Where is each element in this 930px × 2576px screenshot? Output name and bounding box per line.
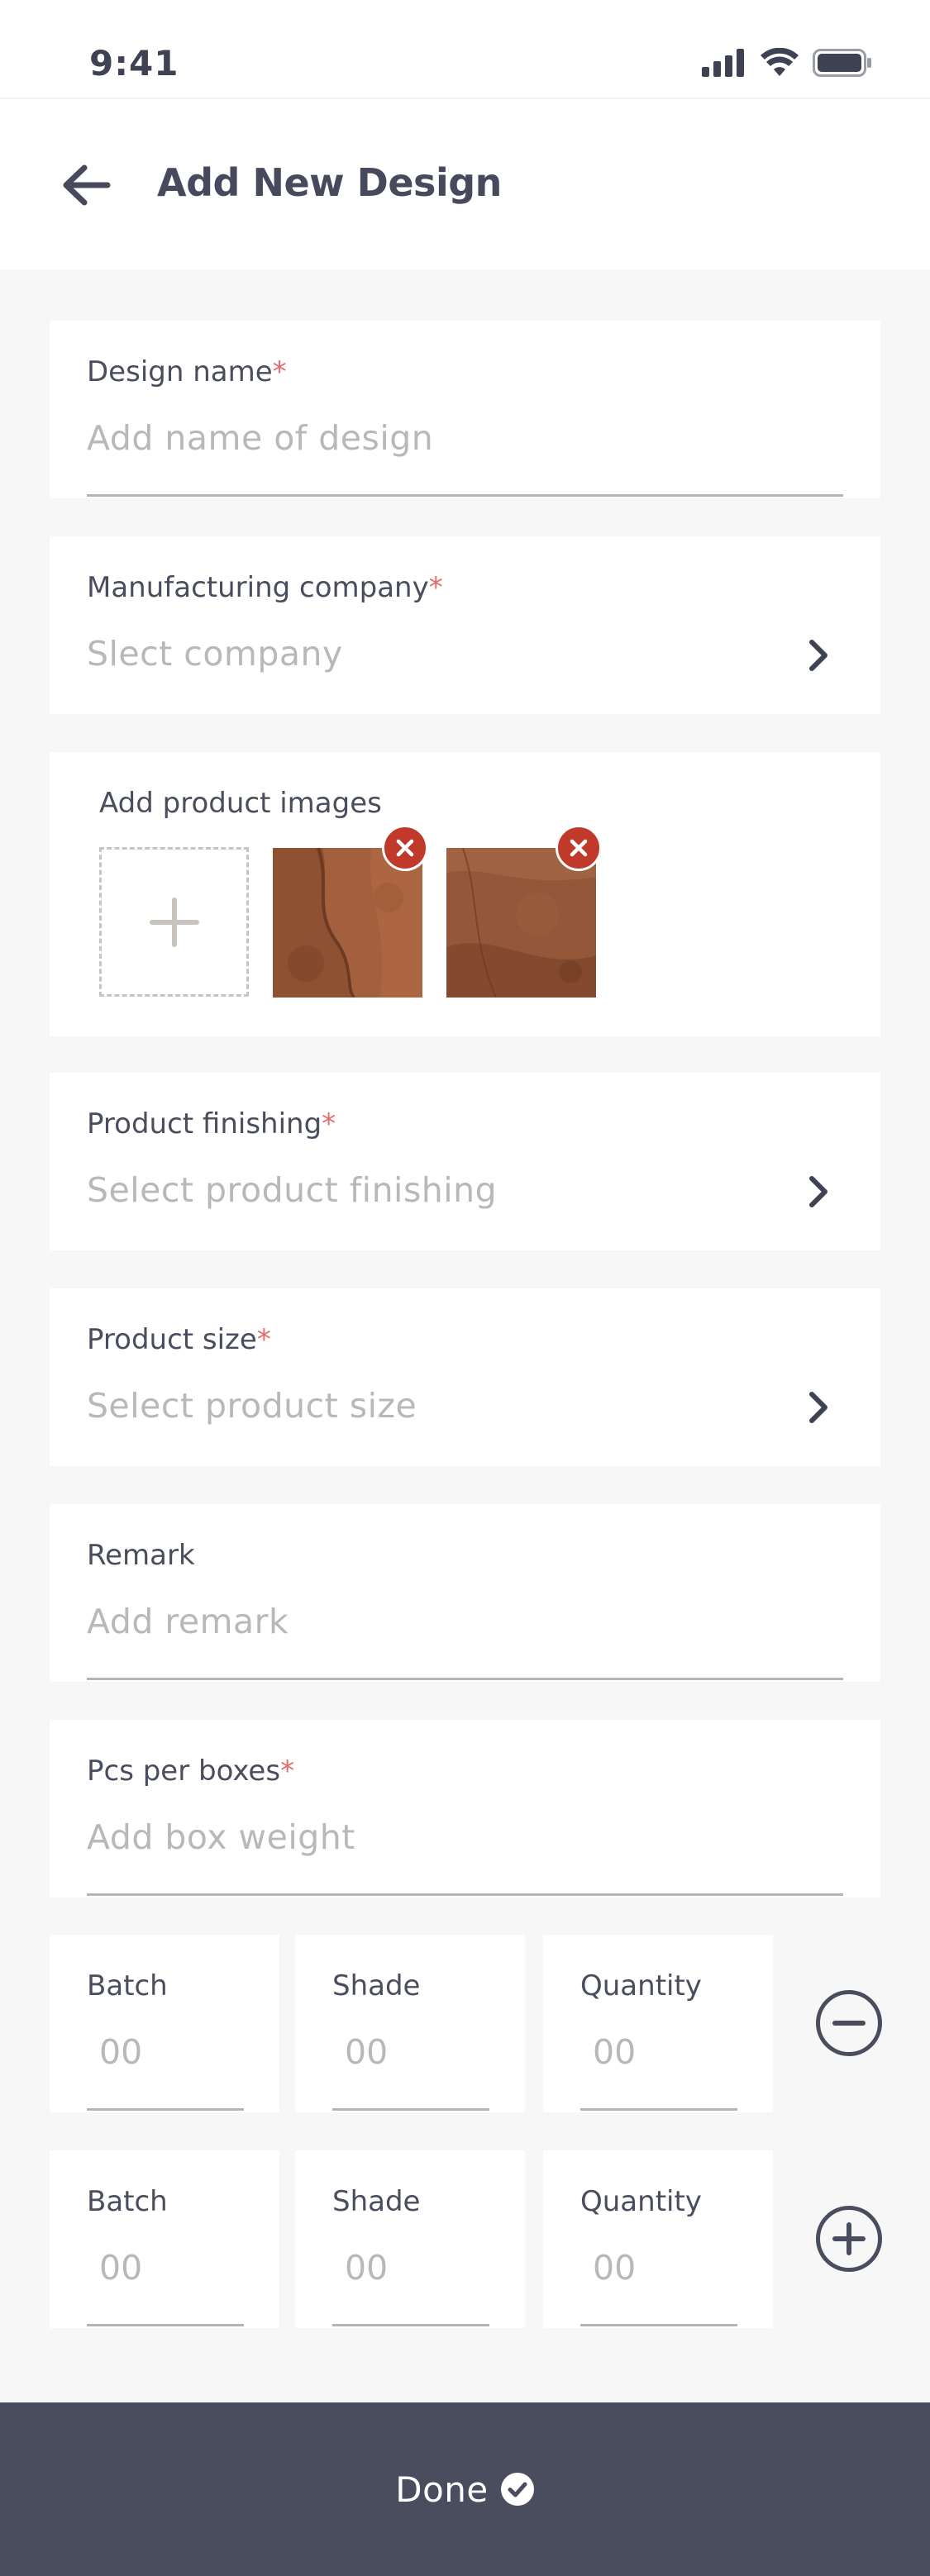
remove-row-button[interactable] (816, 1990, 882, 2056)
app-header: Add New Design (0, 98, 930, 269)
product-size-select[interactable]: Product size* Select product size (50, 1288, 880, 1466)
status-time: 9:41 (89, 43, 179, 83)
pcs-per-boxes-label: Pcs per boxes* (87, 1755, 295, 1788)
quantity-input[interactable]: 00 (593, 2032, 636, 2072)
chevron-right-icon (802, 1388, 835, 1427)
remove-image-button[interactable] (382, 825, 428, 871)
design-name-input[interactable]: Add name of design (87, 418, 433, 458)
product-images-label: Add product images (99, 787, 382, 820)
pcs-per-boxes-field[interactable]: Pcs per boxes* Add box weight (50, 1720, 880, 1897)
status-bar: 9:41 (0, 0, 930, 98)
batch-label: Batch (87, 1969, 168, 2002)
product-size-value: Select product size (87, 1386, 417, 1426)
shade-label: Shade (332, 1969, 421, 2002)
cellular-signal-icon (702, 49, 744, 77)
batch-field[interactable]: Batch 00 (50, 1935, 279, 2112)
shade-underline (332, 2324, 489, 2326)
design-name-underline (87, 494, 843, 497)
check-circle-icon (500, 2473, 534, 2506)
done-label: Done (395, 2469, 489, 2510)
quantity-underline (580, 2108, 737, 2111)
design-name-label: Design name* (87, 355, 287, 388)
page-title: Add New Design (157, 160, 502, 205)
close-icon (570, 839, 588, 857)
batch-underline (87, 2324, 244, 2326)
arrow-left-icon (63, 164, 111, 206)
done-button[interactable]: Done (0, 2402, 930, 2576)
shade-input[interactable]: 00 (345, 2032, 388, 2072)
shade-label: Shade (332, 2185, 421, 2218)
batch-input[interactable]: 00 (99, 2032, 142, 2072)
required-mark: * (322, 1107, 336, 1140)
remark-label: Remark (87, 1539, 195, 1572)
plus-icon (832, 2222, 866, 2255)
shade-field[interactable]: Shade 00 (295, 2150, 525, 2328)
manufacturing-company-label: Manufacturing company* (87, 571, 443, 604)
batch-label: Batch (87, 2185, 168, 2218)
remark-underline (87, 1678, 843, 1680)
quantity-underline (580, 2324, 737, 2326)
remark-field[interactable]: Remark Add remark (50, 1504, 880, 1682)
quantity-label: Quantity (580, 1969, 702, 2002)
batch-input[interactable]: 00 (99, 2248, 142, 2288)
manufacturing-company-select[interactable]: Manufacturing company* Slect company (50, 536, 880, 714)
quantity-input[interactable]: 00 (593, 2248, 636, 2288)
shade-field[interactable]: Shade 00 (295, 1935, 525, 2112)
shade-underline (332, 2108, 489, 2111)
minus-icon (832, 2021, 866, 2026)
battery-icon (813, 49, 871, 77)
product-finishing-select[interactable]: Product finishing* Select product finish… (50, 1073, 880, 1250)
product-finishing-value: Select product finishing (87, 1170, 498, 1210)
back-button[interactable] (60, 159, 112, 212)
chevron-right-icon (802, 636, 835, 675)
status-icons (702, 48, 872, 78)
required-mark: * (272, 355, 287, 388)
remark-input[interactable]: Add remark (87, 1602, 289, 1641)
quantity-label: Quantity (580, 2185, 702, 2218)
product-finishing-label: Product finishing* (87, 1107, 336, 1140)
chevron-right-icon (802, 1172, 835, 1212)
quantity-field[interactable]: Quantity 00 (543, 1935, 773, 2112)
add-image-button[interactable] (99, 847, 249, 997)
required-mark: * (256, 1323, 271, 1356)
quantity-field[interactable]: Quantity 00 (543, 2150, 773, 2328)
close-icon (396, 839, 414, 857)
pcs-per-boxes-underline (87, 1893, 843, 1896)
manufacturing-company-value: Slect company (87, 634, 343, 674)
plus-icon (149, 897, 199, 947)
add-row-button[interactable] (816, 2206, 882, 2272)
shade-input[interactable]: 00 (345, 2248, 388, 2288)
wifi-icon (761, 48, 799, 76)
pcs-per-boxes-input[interactable]: Add box weight (87, 1817, 355, 1857)
product-images-section: Add product images (50, 752, 880, 1036)
required-mark: * (428, 571, 443, 604)
product-size-label: Product size* (87, 1323, 271, 1356)
batch-field[interactable]: Batch 00 (50, 2150, 279, 2328)
batch-underline (87, 2108, 244, 2111)
remove-image-button[interactable] (556, 825, 602, 871)
required-mark: * (280, 1755, 295, 1788)
design-name-field[interactable]: Design name* Add name of design (50, 321, 880, 498)
